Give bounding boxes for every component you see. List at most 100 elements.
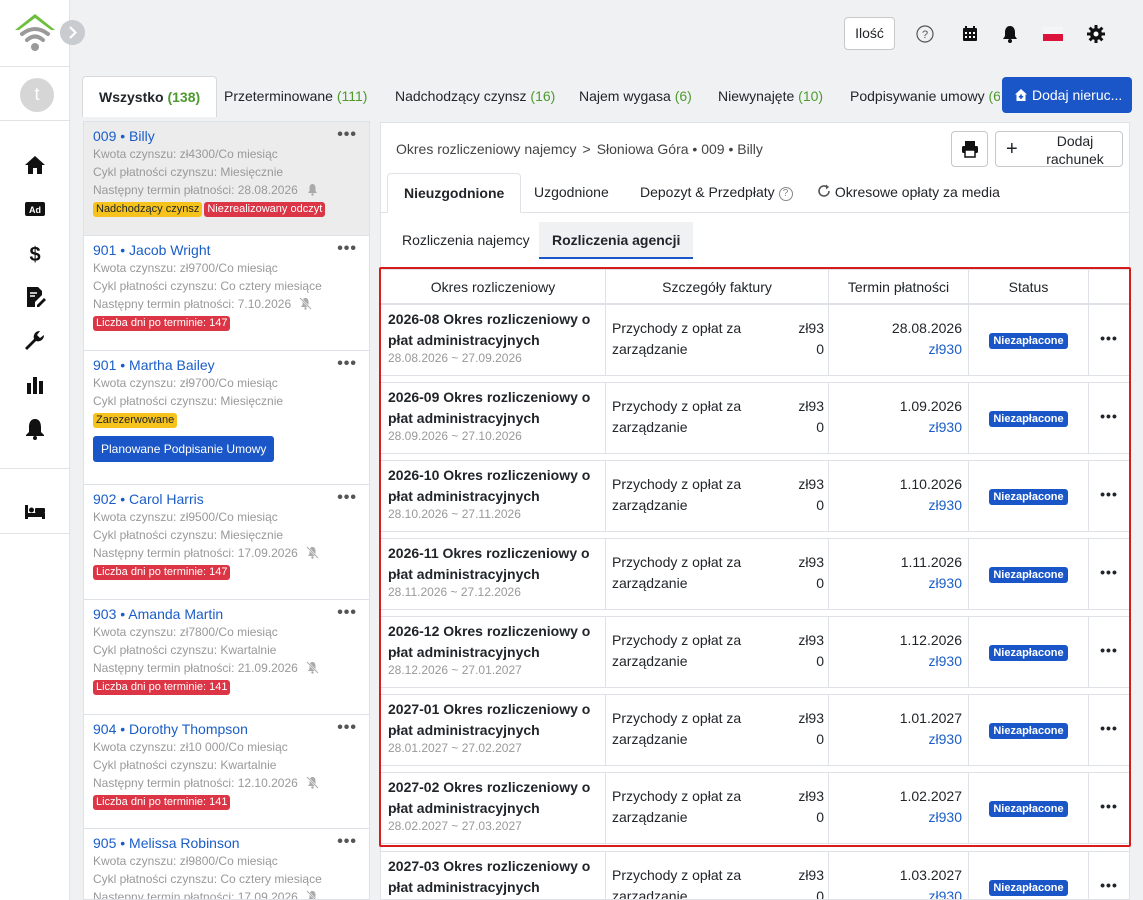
planned-signing-button[interactable]: Planowane Podpisanie Umowy	[93, 436, 275, 462]
help-icon[interactable]: ?	[915, 24, 935, 44]
bed-icon[interactable]	[23, 499, 47, 523]
table-row[interactable]: 2027-02 Okres rozliczeniowy opłat admini…	[381, 772, 1129, 844]
home-icon[interactable]	[23, 153, 47, 177]
poland-flag-icon[interactable]	[1043, 27, 1063, 41]
status-badge: Liczba dni po terminie: 141	[93, 795, 231, 810]
tenant-name[interactable]: 901 • Martha Bailey	[93, 357, 360, 374]
ad-icon[interactable]: Ad	[23, 197, 47, 221]
bell-off-icon[interactable]	[306, 890, 319, 900]
add-property-label: Dodaj nieruc...	[1032, 87, 1123, 103]
row-actions-icon[interactable]: •••	[1089, 695, 1129, 765]
add-bill-button[interactable]: + Dodaj rachunek	[995, 131, 1123, 167]
list-item[interactable]: 901 • Jacob Wright ••• Kwota czynszu: zł…	[84, 236, 369, 351]
wrench-icon[interactable]	[23, 329, 47, 353]
print-button[interactable]	[951, 131, 988, 167]
due-amount-link[interactable]: zł930	[835, 651, 962, 672]
add-property-button[interactable]: Dodaj nieruc...	[1002, 77, 1132, 113]
row-actions-icon[interactable]: •••	[1089, 852, 1129, 899]
row-actions-icon[interactable]: •••	[1089, 383, 1129, 453]
avatar[interactable]: t	[20, 78, 54, 112]
help-icon[interactable]: ?	[778, 187, 793, 201]
bell-off-icon[interactable]	[306, 776, 319, 789]
tab-overdue[interactable]: Przeterminowane (111)	[224, 76, 367, 117]
more-options-icon[interactable]: •••	[337, 833, 357, 851]
period-cell: 2026-09 Okres rozliczeniowy opłat admini…	[381, 383, 606, 453]
next-payment: Następny termin płatności: 28.08.2026	[93, 183, 298, 197]
contract-edit-icon[interactable]	[23, 285, 47, 309]
list-item[interactable]: 905 • Melissa Robinson ••• Kwota czynszu…	[84, 829, 369, 900]
table-row[interactable]: 2026-08 Okres rozliczeniowy opłat admini…	[381, 304, 1129, 376]
list-item[interactable]: 904 • Dorothy Thompson ••• Kwota czynszu…	[84, 715, 369, 829]
tenant-name[interactable]: 904 • Dorothy Thompson	[93, 721, 360, 738]
list-item[interactable]: 009 • Billy ••• Kwota czynszu: zł4300/Co…	[84, 122, 369, 236]
more-options-icon[interactable]: •••	[337, 240, 357, 258]
more-options-icon[interactable]: •••	[337, 719, 357, 737]
due-amount-link[interactable]: zł930	[835, 417, 962, 438]
invoice-details-cell: Przychody z opłat za zarządzanie zł930	[606, 539, 829, 609]
status-cell: Niezapłacone	[969, 852, 1089, 899]
more-options-icon[interactable]: •••	[337, 604, 357, 622]
bell-off-icon[interactable]	[306, 661, 319, 674]
due-amount-link[interactable]: zł930	[835, 729, 962, 750]
due-amount-link[interactable]: zł930	[835, 573, 962, 594]
tab-reconciled[interactable]: Uzgodnione	[534, 173, 609, 212]
status-cell: Niezapłacone	[969, 617, 1089, 687]
bell-off-icon[interactable]	[299, 297, 312, 310]
bell-icon[interactable]	[1000, 24, 1020, 44]
tenant-name[interactable]: 009 • Billy	[93, 128, 360, 145]
more-options-icon[interactable]: •••	[337, 126, 357, 144]
list-item[interactable]: 903 • Amanda Martin ••• Kwota czynszu: z…	[84, 600, 369, 715]
row-actions-icon[interactable]: •••	[1089, 773, 1129, 843]
dollar-icon[interactable]: $	[23, 241, 47, 265]
column-header: Termin płatności	[829, 270, 969, 304]
table-row[interactable]: 2026-09 Okres rozliczeniowy opłat admini…	[381, 382, 1129, 454]
bell-icon[interactable]	[23, 417, 47, 441]
tab-lease-expiring[interactable]: Najem wygasa (6)	[579, 76, 692, 117]
tab-signing[interactable]: Podpisywanie umowy (6	[850, 76, 1000, 117]
invoice-amount: zł930	[798, 867, 824, 900]
tenant-name[interactable]: 903 • Amanda Martin	[93, 606, 360, 623]
due-amount-link[interactable]: zł930	[835, 495, 962, 516]
tab-upcoming-rent[interactable]: Nadchodzący czynsz (16)	[395, 76, 555, 117]
table-row[interactable]: 2026-10 Okres rozliczeniowy opłat admini…	[381, 460, 1129, 532]
invoice-amount: zł930	[798, 788, 824, 825]
table-row[interactable]: 2026-12 Okres rozliczeniowy opłat admini…	[381, 616, 1129, 688]
tenant-name[interactable]: 902 • Carol Harris	[93, 491, 360, 508]
row-actions-icon[interactable]: •••	[1089, 461, 1129, 531]
row-actions-icon[interactable]: •••	[1089, 539, 1129, 609]
bar-chart-icon[interactable]	[23, 373, 47, 397]
tenant-name[interactable]: 905 • Melissa Robinson	[93, 835, 360, 852]
list-item[interactable]: 901 • Martha Bailey ••• Kwota czynszu: z…	[84, 351, 369, 485]
list-item[interactable]: 902 • Carol Harris ••• Kwota czynszu: zł…	[84, 485, 369, 600]
bell-off-icon[interactable]	[306, 546, 319, 559]
due-amount-link[interactable]: zł930	[835, 886, 962, 899]
more-options-icon[interactable]: •••	[337, 355, 357, 373]
table-row[interactable]: 2026-11 Okres rozliczeniowy opłat admini…	[381, 538, 1129, 610]
period-range: 28.10.2026 ~ 27.11.2026	[388, 507, 521, 521]
breadcrumb: Okres rozliczeniowy najemcy > Słoniowa Gór…	[396, 141, 763, 157]
billing-panel: Okres rozliczeniowy najemcy > Słoniowa Gór…	[380, 122, 1130, 900]
row-actions-icon[interactable]: •••	[1089, 617, 1129, 687]
more-options-icon[interactable]: •••	[337, 489, 357, 507]
table-row[interactable]: 2027-03 Okres rozliczeniowy opłat admini…	[381, 851, 1129, 900]
due-amount-link[interactable]: zł930	[835, 339, 962, 360]
tab-agency-settlements[interactable]: Rozliczenia agencji	[539, 222, 694, 259]
tab-vacant[interactable]: Niewynajęte (10)	[718, 76, 823, 117]
due-amount-link[interactable]: zł930	[835, 807, 962, 828]
bell-icon[interactable]	[306, 183, 319, 196]
tab-utility-charges[interactable]: Okresowe opłaty za media	[817, 173, 1000, 212]
calendar-icon[interactable]	[960, 24, 980, 44]
tab-deposits[interactable]: Depozyt & Przedpłaty ?	[640, 173, 793, 212]
tab-unreconciled[interactable]: Nieuzgodnione	[387, 173, 522, 213]
invoice-amount: zł930	[798, 710, 824, 747]
table-row[interactable]: 2027-01 Okres rozliczeniowy opłat admini…	[381, 694, 1129, 766]
breadcrumb-item[interactable]: Okres rozliczeniowy najemcy	[396, 141, 577, 157]
quantity-button[interactable]: Ilość	[844, 17, 895, 50]
house-wifi-logo[interactable]	[13, 12, 57, 54]
tenant-name[interactable]: 901 • Jacob Wright	[93, 242, 360, 259]
row-actions-icon[interactable]: •••	[1089, 305, 1129, 375]
chevron-right-icon[interactable]	[60, 20, 85, 45]
gear-icon[interactable]	[1086, 24, 1106, 44]
tab-tenant-settlements[interactable]: Rozliczenia najemcy	[389, 222, 543, 259]
tab-all[interactable]: Wszystko (138)	[82, 76, 218, 117]
